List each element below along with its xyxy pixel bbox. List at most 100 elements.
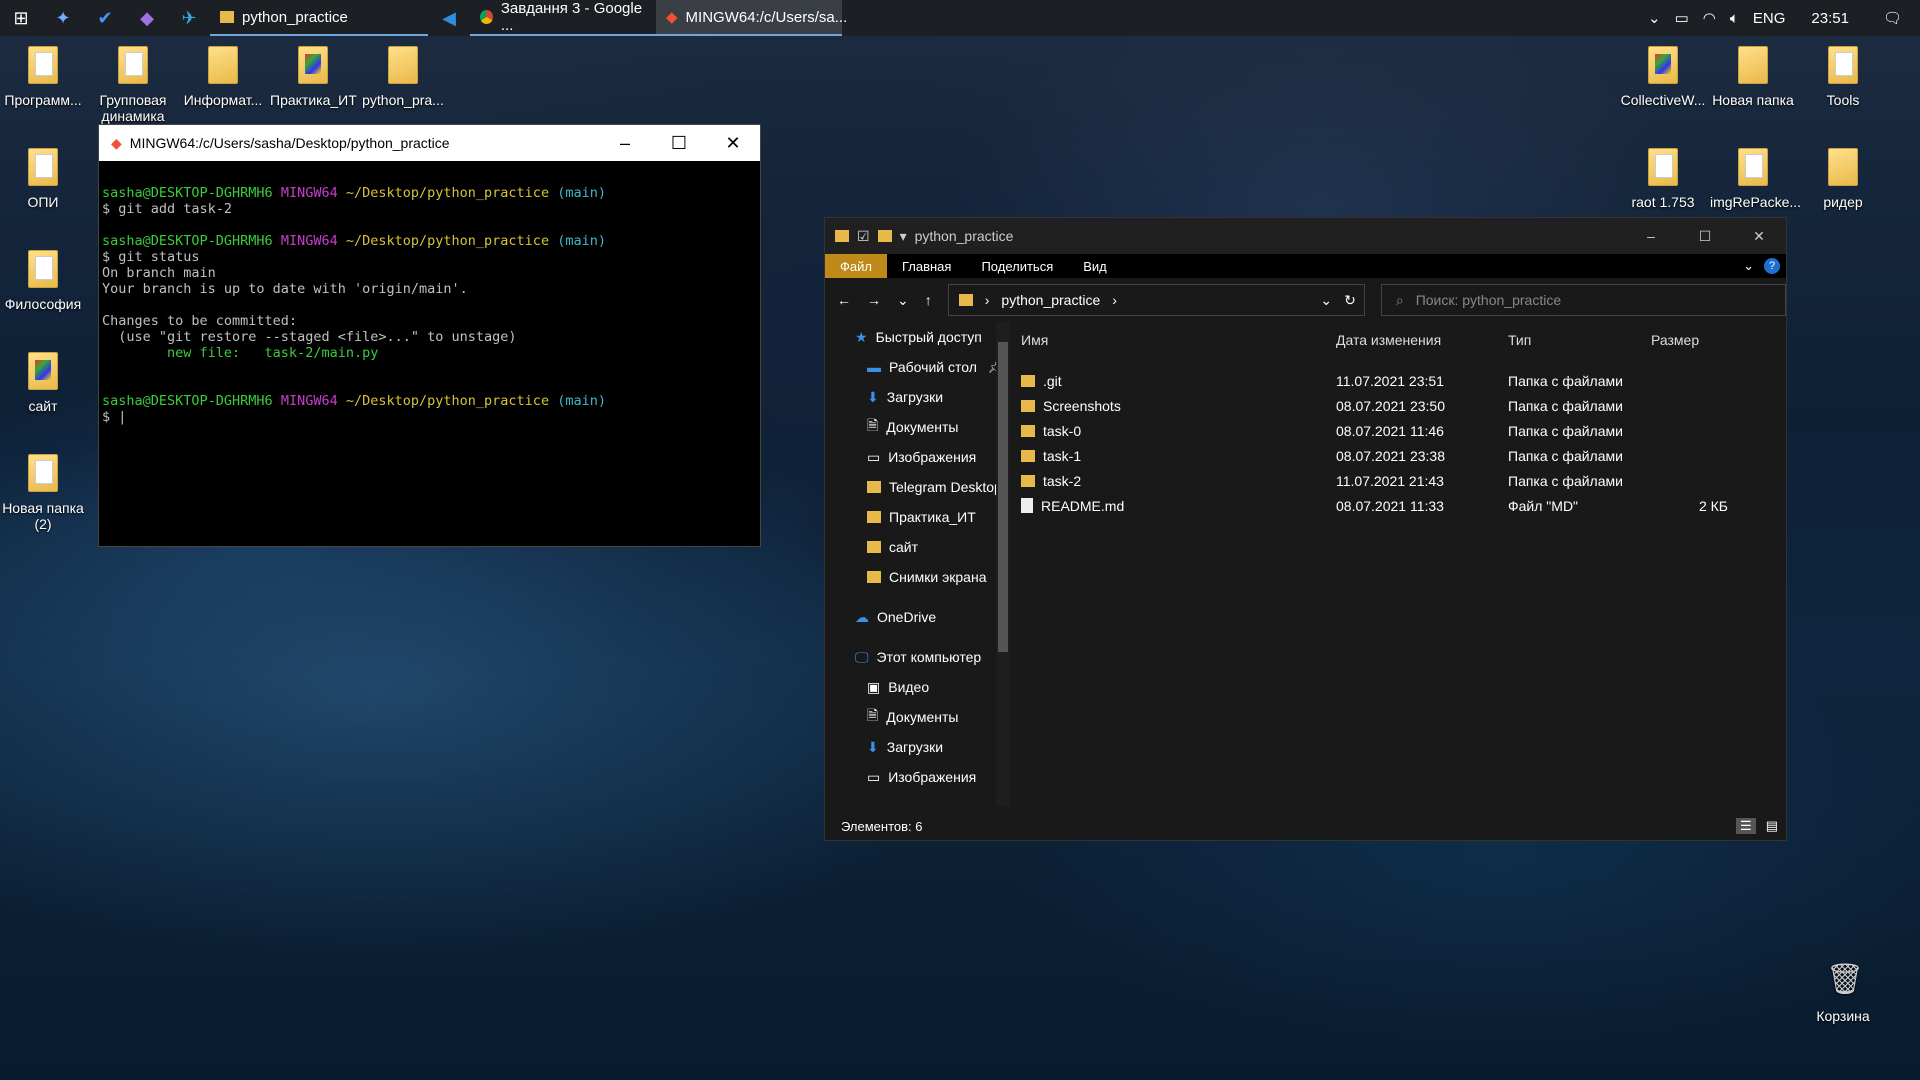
- folder-icon: [867, 481, 881, 493]
- column-header-name[interactable]: Имя: [1011, 332, 1326, 348]
- search-input[interactable]: ⌕ Поиск: python_practice: [1380, 284, 1786, 316]
- desktop-icon[interactable]: Философия: [0, 250, 86, 312]
- language-indicator[interactable]: ENG: [1753, 10, 1786, 27]
- notification-icon[interactable]: 🗨︎: [1883, 9, 1902, 27]
- sidebar-item-downloads-pc[interactable]: ⬇ Загрузки: [825, 732, 1010, 762]
- vscode-icon[interactable]: ◀: [428, 0, 470, 36]
- new-folder-icon[interactable]: [877, 230, 892, 242]
- terminal-window[interactable]: ◆ MINGW64:/c/Users/sasha/Desktop/python_…: [98, 124, 761, 547]
- address-dropdown-icon[interactable]: ⌄: [1320, 292, 1332, 309]
- help-icon[interactable]: ?: [1764, 258, 1780, 274]
- sidebar-item-pictures[interactable]: ▭ Изображения: [825, 442, 1010, 472]
- navigation-bar: ← → ⌄ ↑ › python_practice › ⌄ ↻ ⌕ Поиск:…: [825, 278, 1786, 322]
- visual-studio-icon[interactable]: ◆: [126, 0, 168, 36]
- address-bar[interactable]: › python_practice › ⌄ ↻: [947, 284, 1365, 316]
- tab-share[interactable]: Поделиться: [966, 259, 1068, 274]
- git-icon: ◆: [666, 9, 678, 26]
- column-header-size[interactable]: Размер: [1641, 332, 1736, 348]
- taskbar-task-chrome[interactable]: Завдання 3 - Google ...: [470, 0, 656, 36]
- telegram-icon[interactable]: ✈: [168, 0, 210, 36]
- terminal-output[interactable]: sasha@DESKTOP-DGHRMH6 MINGW64 ~/Desktop/…: [99, 161, 760, 433]
- sidebar-item-videos[interactable]: ▣ Видео: [825, 672, 1010, 702]
- chevron-up-icon[interactable]: ⌄: [1648, 9, 1661, 27]
- desktop-icon[interactable]: сайт: [0, 352, 86, 414]
- sidebar-scrollbar[interactable]: [996, 322, 1010, 806]
- sidebar-item-pictures-pc[interactable]: ▭ Изображения: [825, 762, 1010, 792]
- taskbar-task-terminal[interactable]: ◆ MINGW64:/c/Users/sa...: [656, 0, 847, 36]
- desktop-icon[interactable]: raot 1.753: [1620, 148, 1706, 210]
- volume-icon[interactable]: 🔈︎: [1730, 10, 1739, 27]
- explorer-title: python_practice: [914, 228, 1014, 244]
- close-button[interactable]: ✕: [706, 133, 760, 154]
- desktop-icon[interactable]: CollectiveW...: [1620, 46, 1706, 108]
- breadcrumb-separator-icon: ›: [1112, 292, 1117, 308]
- battery-icon[interactable]: ▭: [1675, 9, 1689, 27]
- desktop-icon[interactable]: Групповая динамика: [90, 46, 176, 124]
- desktop-icon[interactable]: Новая папка: [1710, 46, 1796, 108]
- sidebar-item-documents-pc[interactable]: 🗎︎ Документы: [825, 702, 1010, 732]
- sidebar-item-this-pc[interactable]: 🖵︎ Этот компьютер: [825, 642, 1010, 672]
- properties-icon[interactable]: ☑: [857, 228, 870, 245]
- sidebar-item-site[interactable]: сайт: [825, 532, 1010, 562]
- breadcrumb[interactable]: python_practice: [1001, 292, 1100, 308]
- explorer-window[interactable]: ☑ ▾ python_practice – ☐ ✕ Файл Главная П…: [824, 217, 1787, 841]
- folder-icon: [867, 541, 881, 553]
- sidebar-item-downloads[interactable]: ⬇ Загрузки: [825, 382, 1010, 412]
- table-row[interactable]: task-0 08.07.2021 11:46 Папка с файлами: [1011, 418, 1786, 443]
- details-view-icon[interactable]: ☰: [1736, 818, 1756, 834]
- app-icon[interactable]: ✦: [42, 0, 84, 36]
- forward-arrow-icon[interactable]: →: [867, 292, 881, 308]
- table-row[interactable]: README.md 08.07.2021 11:33 Файл "MD" 2 КБ: [1011, 493, 1786, 518]
- terminal-scrollbar[interactable]: [743, 161, 760, 546]
- taskbar-task-explorer[interactable]: python_practice: [210, 0, 428, 36]
- column-header-type[interactable]: Тип: [1498, 332, 1641, 348]
- desktop-icon[interactable]: Программ...: [0, 46, 86, 108]
- tab-file[interactable]: Файл: [825, 254, 887, 278]
- table-row[interactable]: task-1 08.07.2021 23:38 Папка с файлами: [1011, 443, 1786, 468]
- tab-view[interactable]: Вид: [1068, 259, 1122, 274]
- close-button[interactable]: ✕: [1732, 228, 1786, 245]
- sidebar-item-desktop[interactable]: ▬Рабочий стол📌︎: [825, 352, 1010, 382]
- sidebar-item-onedrive[interactable]: ☁ OneDrive: [825, 602, 1010, 632]
- sidebar-item-quick-access[interactable]: ★ Быстрый доступ: [825, 322, 1010, 352]
- up-arrow-icon[interactable]: ↑: [925, 292, 932, 308]
- git-icon: ◆: [111, 134, 122, 151]
- sidebar-item-praktika[interactable]: Практика_ИТ: [825, 502, 1010, 532]
- desktop-icon[interactable]: Новая папка (2): [0, 454, 86, 532]
- tiles-view-icon[interactable]: ▤: [1766, 818, 1778, 834]
- desktop-icon[interactable]: ОПИ: [0, 148, 86, 210]
- terminal-titlebar[interactable]: ◆ MINGW64:/c/Users/sasha/Desktop/python_…: [99, 125, 760, 161]
- maximize-button[interactable]: ☐: [1678, 228, 1732, 245]
- computer-icon: 🖵︎: [855, 648, 869, 665]
- refresh-icon[interactable]: ↻: [1344, 292, 1356, 309]
- start-button[interactable]: ⊞: [0, 0, 42, 36]
- back-arrow-icon[interactable]: ←: [837, 292, 851, 308]
- recycle-bin-icon[interactable]: 🗑︎ Корзина: [1800, 962, 1886, 1024]
- recent-locations-icon[interactable]: ⌄: [897, 292, 909, 309]
- clock[interactable]: 23:51: [1811, 10, 1849, 27]
- desktop-icon[interactable]: ридер: [1800, 148, 1886, 210]
- maximize-button[interactable]: ☐: [652, 133, 706, 154]
- sidebar-item-documents[interactable]: 🗎︎ Документы: [825, 412, 1010, 442]
- sidebar-item-telegram[interactable]: Telegram Desktop: [825, 472, 1010, 502]
- expand-ribbon-icon[interactable]: ⌄: [1743, 258, 1754, 274]
- explorer-titlebar[interactable]: ☑ ▾ python_practice – ☐ ✕: [825, 218, 1786, 254]
- desktop-icon[interactable]: Практика_ИТ: [270, 46, 357, 108]
- minimize-button[interactable]: –: [1624, 228, 1678, 245]
- minimize-button[interactable]: –: [598, 133, 652, 154]
- tab-home[interactable]: Главная: [887, 259, 966, 274]
- status-bar: Элементов: 6 ☰ ▤: [825, 812, 1786, 840]
- desktop-icon[interactable]: Tools: [1800, 46, 1886, 108]
- todo-icon[interactable]: ✔: [84, 0, 126, 36]
- sidebar-item-screenshots[interactable]: Снимки экрана: [825, 562, 1010, 592]
- breadcrumb-separator-icon: ›: [984, 292, 990, 308]
- desktop-icon[interactable]: Информат...: [180, 46, 266, 108]
- table-row[interactable]: task-2 11.07.2021 21:43 Папка с файлами: [1011, 468, 1786, 493]
- wifi-icon[interactable]: ◠: [1703, 9, 1716, 27]
- desktop-icon[interactable]: python_pra...: [360, 46, 446, 108]
- table-row[interactable]: .git 11.07.2021 23:51 Папка с файлами: [1011, 368, 1786, 393]
- chevron-down-icon[interactable]: ▾: [900, 228, 907, 245]
- column-header-date[interactable]: Дата изменения: [1326, 332, 1498, 348]
- desktop-icon[interactable]: imgRePacke...: [1710, 148, 1801, 210]
- table-row[interactable]: Screenshots 08.07.2021 23:50 Папка с файла…: [1011, 393, 1786, 418]
